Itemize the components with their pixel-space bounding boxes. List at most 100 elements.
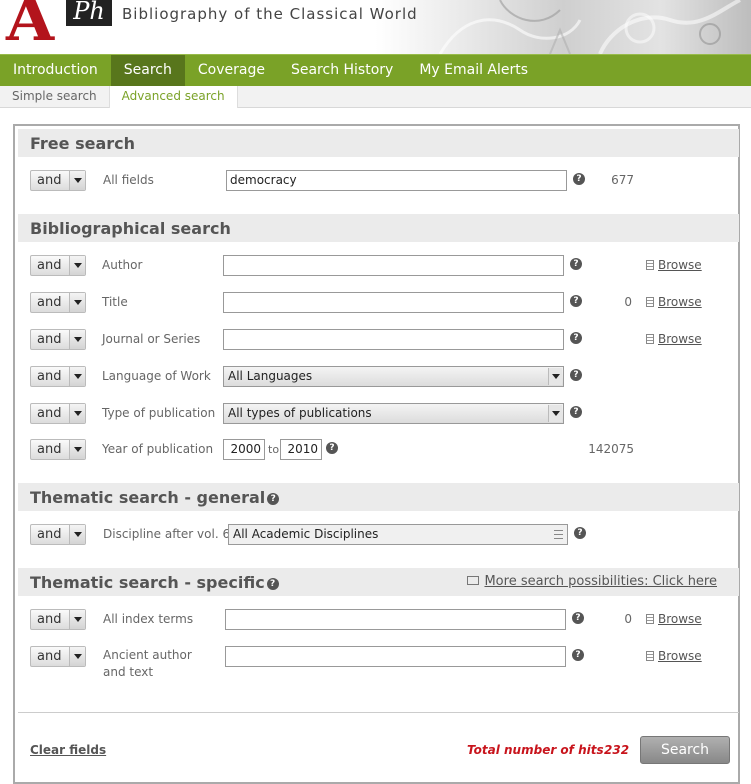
row-author: and Author ? Browse [18, 254, 739, 278]
help-icon[interactable]: ? [574, 525, 586, 539]
site-title: Bibliography of the Classical World [122, 5, 418, 23]
list-icon [554, 530, 563, 539]
tab-email-alerts[interactable]: My Email Alerts [406, 55, 541, 86]
list-icon [646, 260, 654, 270]
row-publication-type: and Type of publication All types of pub… [18, 402, 739, 426]
field-label: All fields [103, 173, 154, 187]
tab-coverage[interactable]: Coverage [185, 55, 278, 86]
help-icon[interactable]: ? [570, 330, 582, 344]
language-select[interactable]: All Languages [223, 366, 564, 387]
list-icon [646, 334, 654, 344]
operator-select[interactable]: and [30, 329, 86, 350]
list-icon [646, 651, 654, 661]
logo-suffix: Ph [66, 0, 112, 26]
browse-link[interactable]: Browse [646, 295, 702, 309]
list-icon [646, 614, 654, 624]
browse-link[interactable]: Browse [646, 332, 702, 346]
chevron-down-icon [69, 330, 85, 349]
tab-introduction[interactable]: Introduction [0, 55, 111, 86]
row-ancient-author: and Ancient author and text ? Browse [18, 645, 739, 685]
discipline-select[interactable]: All Academic Disciplines [228, 524, 568, 545]
list-icon [646, 297, 654, 307]
help-icon[interactable]: ? [572, 610, 584, 624]
search-panel: Free search and All fields democracy ? 6… [13, 124, 740, 784]
help-icon[interactable]: ? [570, 404, 582, 418]
help-icon[interactable]: ? [266, 577, 279, 590]
help-icon[interactable]: ? [572, 647, 584, 661]
help-icon[interactable]: ? [326, 440, 338, 454]
chevron-down-icon [69, 256, 85, 275]
year-separator: to [268, 443, 280, 456]
section-title: Free search [30, 134, 136, 153]
operator-select[interactable]: and [30, 439, 86, 460]
row-discipline: and Discipline after vol. 67 All Academi… [18, 523, 739, 547]
title-input[interactable] [223, 292, 564, 313]
divider [18, 712, 739, 713]
logo-letter: A [6, 0, 55, 54]
row-title: and Title ? 0 Browse [18, 291, 739, 315]
help-icon[interactable]: ? [573, 171, 585, 185]
author-input[interactable] [223, 255, 564, 276]
operator-select[interactable]: and [30, 609, 86, 630]
total-hits-label: Total number of hits [467, 743, 604, 757]
row-year: and Year of publication 2000 to 2010 ? 1… [18, 438, 739, 462]
search-button[interactable]: Search [640, 736, 730, 764]
year-to-input[interactable]: 2010 [280, 439, 322, 460]
row-journal: and Journal or Series ? Browse [18, 328, 739, 352]
chevron-down-icon [548, 405, 562, 422]
tab-search-history[interactable]: Search History [278, 55, 406, 86]
operator-select[interactable]: and [30, 170, 86, 191]
search-form: Free search and All fields democracy ? 6… [18, 129, 739, 782]
field-label: Journal or Series [102, 332, 201, 346]
chevron-down-icon [69, 293, 85, 312]
section-free-search: Free search [18, 129, 739, 157]
browse-link[interactable]: Browse [646, 612, 702, 626]
field-label: Discipline after vol. 67 [103, 527, 238, 541]
journal-input[interactable] [223, 329, 564, 350]
help-icon[interactable]: ? [570, 367, 582, 381]
section-thematic-general: Thematic search - general? [18, 483, 739, 511]
row-all-fields: and All fields democracy ? 677 [18, 169, 739, 193]
tab-advanced-search[interactable]: Advanced search [108, 86, 238, 108]
year-from-input[interactable]: 2000 [223, 439, 265, 460]
header-ornament [438, 0, 741, 54]
all-fields-input[interactable]: democracy [226, 170, 567, 191]
chevron-down-icon [69, 647, 85, 666]
operator-select[interactable]: and [30, 366, 86, 387]
field-label: Year of publication [102, 442, 214, 456]
publication-type-select[interactable]: All types of publications [223, 403, 564, 424]
site-logo[interactable]: A Ph [0, 0, 115, 54]
tab-search[interactable]: Search [110, 55, 185, 86]
section-title: Thematic search - specific? [30, 573, 279, 592]
chevron-down-icon [69, 440, 85, 459]
field-label: Title [102, 295, 128, 309]
operator-select[interactable]: and [30, 292, 86, 313]
help-icon[interactable]: ? [570, 293, 582, 307]
browse-link[interactable]: Browse [646, 649, 702, 663]
operator-select[interactable]: and [30, 255, 86, 276]
operator-select[interactable]: and [30, 524, 86, 545]
hit-count: 677 [611, 173, 634, 187]
ancient-author-input[interactable] [225, 646, 566, 667]
section-title: Thematic search - general? [30, 488, 280, 507]
field-label: Language of Work [102, 369, 211, 383]
chevron-down-icon [69, 525, 85, 544]
field-label: Type of publication [102, 406, 216, 420]
sub-nav: Simple search Advanced search [0, 86, 751, 108]
tab-simple-search[interactable]: Simple search [0, 86, 109, 107]
help-icon[interactable]: ? [570, 256, 582, 270]
clear-fields-link[interactable]: Clear fields [30, 743, 106, 757]
help-icon[interactable]: ? [267, 492, 280, 505]
index-terms-input[interactable] [225, 609, 566, 630]
field-label: Author [102, 258, 143, 272]
field-label: Ancient author and text [103, 648, 192, 679]
browse-link[interactable]: Browse [646, 258, 702, 272]
chevron-down-icon [548, 368, 562, 385]
section-bibliographical-search: Bibliographical search [18, 214, 739, 242]
row-language: and Language of Work All Languages ? [18, 365, 739, 389]
edit-icon [467, 576, 480, 585]
operator-select[interactable]: and [30, 646, 86, 667]
more-search-link[interactable]: More search possibilities: Click here [467, 574, 717, 589]
operator-select[interactable]: and [30, 403, 86, 424]
field-label: All index terms [103, 612, 194, 626]
